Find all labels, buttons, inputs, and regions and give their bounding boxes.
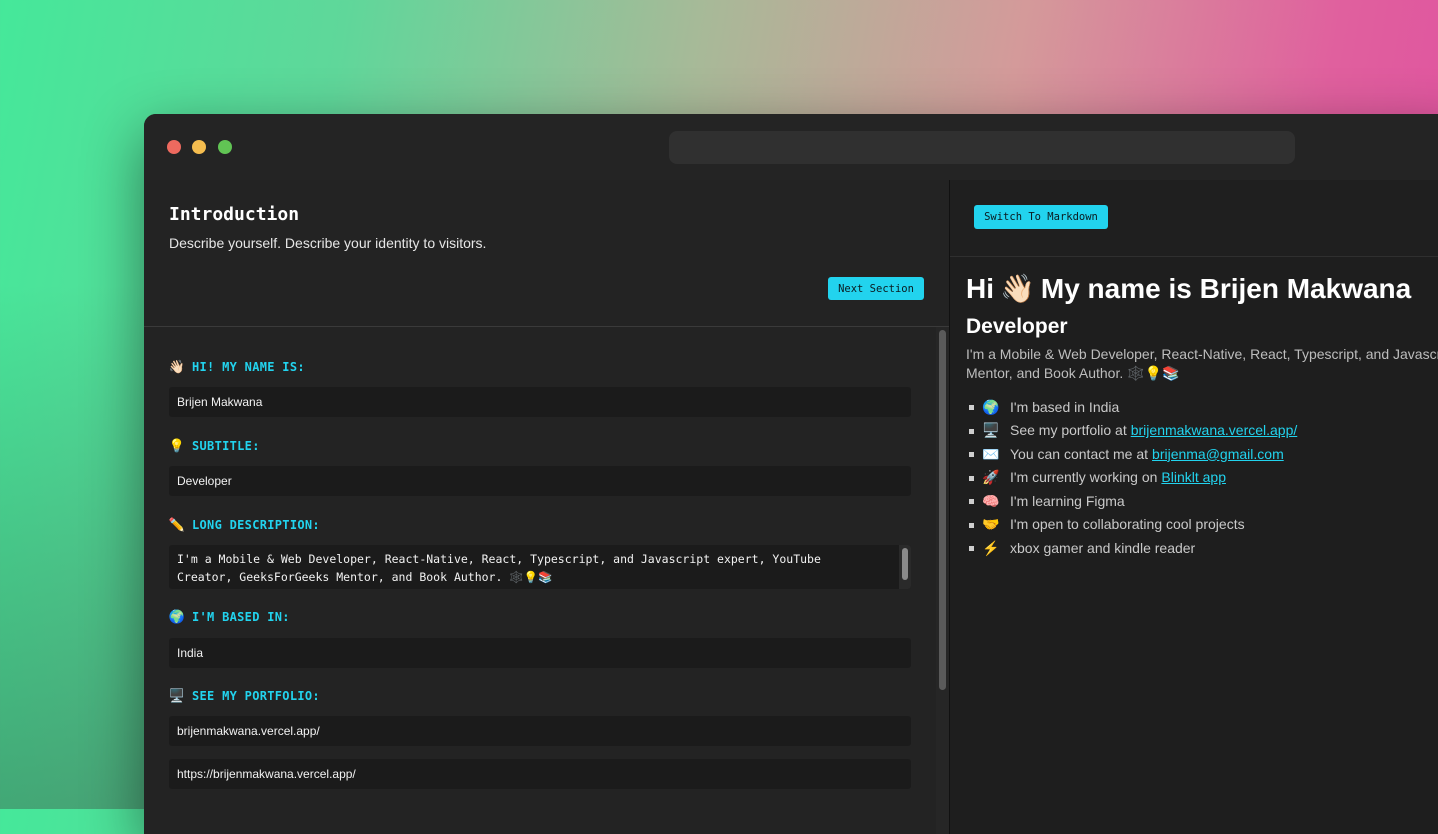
preview-heading-name: My name is Brijen Makwana — [1040, 272, 1412, 304]
bullet-icon — [969, 405, 974, 410]
globe-icon: 🌍 — [982, 398, 1000, 415]
portfolio-url-input[interactable]: https://brijenmakwana.vercel.app/ — [169, 759, 911, 789]
list-item-text: See my portfolio at — [1010, 422, 1127, 439]
list-item-text: I'm currently working on — [1010, 469, 1158, 486]
app-window: Introduction Describe yourself. Describe… — [144, 114, 1438, 834]
preview-heading: Hi 👋🏻 My name is Brijen Makwana — [966, 272, 1438, 305]
list-item: 🚀 I'm currently working on Blinklt app — [966, 466, 1438, 490]
editor-header: Introduction Describe yourself. Describe… — [144, 180, 949, 327]
editor-pane: Introduction Describe yourself. Describe… — [144, 180, 949, 834]
long-description-label-text: LONG DESCRIPTION: — [192, 518, 320, 532]
rocket-icon: 🚀 — [982, 469, 1000, 485]
project-link[interactable]: Blinklt app — [1161, 469, 1226, 485]
list-item: 🤝 I'm open to collaborating cool project… — [966, 513, 1438, 537]
based-in-input[interactable]: India — [169, 638, 911, 668]
desktop-computer-icon: 🖥️ — [168, 688, 186, 704]
long-description-textarea[interactable]: I'm a Mobile & Web Developer, React-Nati… — [169, 545, 911, 589]
name-label-text: HI! MY NAME IS: — [192, 360, 305, 374]
title-bar — [144, 114, 1438, 181]
brain-icon: 🧠 — [982, 492, 1000, 509]
light-bulb-icon: 💡 — [168, 438, 186, 454]
envelope-icon: ✉️ — [982, 445, 1000, 462]
name-input[interactable]: Brijen Makwana — [169, 387, 911, 417]
preview-list: 🌍 I'm based in India 🖥️ See my portfolio… — [966, 395, 1438, 560]
intro-form: 👋🏻 HI! MY NAME IS: Brijen Makwana 💡 SUBT… — [144, 327, 936, 834]
list-item: 🌍 I'm based in India — [966, 395, 1438, 419]
handshake-icon: 🤝 — [982, 516, 1000, 532]
list-item: ✉️ You can contact me at brijenma@gmail.… — [966, 442, 1438, 466]
subtitle-label-text: SUBTITLE: — [192, 439, 260, 453]
portfolio-link[interactable]: brijenmakwana.vercel.app/ — [1131, 422, 1298, 438]
editor-scrollbar-thumb[interactable] — [939, 330, 946, 690]
textarea-scrollbar[interactable] — [899, 545, 911, 589]
based-in-label: 🌍 I'M BASED IN: — [169, 609, 290, 625]
bullet-icon — [969, 546, 974, 551]
name-label: 👋🏻 HI! MY NAME IS: — [169, 359, 305, 375]
preview-description-line2: Mentor, and Book Author. 🕸️💡📚 — [966, 365, 1180, 381]
next-section-button[interactable]: Next Section — [828, 277, 924, 300]
list-item: 🧠 I'm learning Figma — [966, 489, 1438, 513]
close-window-button[interactable] — [167, 140, 181, 154]
portfolio-label: 🖥️ SEE MY PORTFOLIO: — [169, 688, 320, 704]
section-title: Introduction — [169, 204, 300, 225]
list-item: ⚡ xbox gamer and kindle reader — [966, 536, 1438, 560]
list-item-text: You can contact me at — [1010, 445, 1149, 462]
lightning-icon: ⚡ — [982, 539, 1000, 556]
list-item: 🖥️ See my portfolio at brijenmakwana.ver… — [966, 419, 1438, 443]
email-link[interactable]: brijenma@gmail.com — [1152, 446, 1284, 462]
waving-hand-icon: 👋🏻 — [168, 359, 186, 375]
minimize-window-button[interactable] — [192, 140, 206, 154]
switch-to-markdown-button[interactable]: Switch To Markdown — [974, 205, 1108, 229]
textarea-scrollbar-thumb[interactable] — [902, 548, 908, 580]
long-description-label: ✏️ LONG DESCRIPTION: — [169, 517, 320, 533]
preview-description-line1: I'm a Mobile & Web Developer, React-Nati… — [966, 346, 1438, 362]
preview-header: Switch To Markdown — [950, 180, 1438, 257]
pencil-icon: ✏️ — [168, 517, 186, 533]
readme-preview: Hi 👋🏻 My name is Brijen Makwana Develope… — [966, 272, 1438, 560]
waving-hand-icon: 👋🏻 — [1000, 273, 1035, 304]
bullet-icon — [969, 499, 974, 504]
long-description-text: I'm a Mobile & Web Developer, React-Nati… — [177, 552, 821, 584]
portfolio-title-input[interactable]: brijenmakwana.vercel.app/ — [169, 716, 911, 746]
list-item-text: I'm learning Figma — [1010, 492, 1125, 509]
preview-description: I'm a Mobile & Web Developer, React-Nati… — [966, 345, 1438, 383]
based-in-label-text: I'M BASED IN: — [192, 610, 290, 624]
list-item-text: I'm based in India — [1010, 398, 1120, 415]
preview-heading-hi: Hi — [966, 272, 994, 304]
desktop-computer-icon: 🖥️ — [982, 422, 1000, 438]
maximize-window-button[interactable] — [218, 140, 232, 154]
bullet-icon — [969, 428, 974, 434]
address-bar[interactable] — [669, 131, 1295, 164]
list-item-text: xbox gamer and kindle reader — [1010, 539, 1196, 556]
preview-pane: Switch To Markdown Hi 👋🏻 My name is Brij… — [950, 180, 1438, 834]
bullet-icon — [969, 475, 974, 481]
editor-scrollbar[interactable] — [936, 327, 949, 834]
subtitle-input[interactable]: Developer — [169, 466, 911, 496]
bullet-icon — [969, 452, 974, 457]
portfolio-label-text: SEE MY PORTFOLIO: — [192, 689, 320, 703]
list-item-text: I'm open to collaborating cool projects — [1010, 516, 1245, 533]
bullet-icon — [969, 522, 974, 528]
globe-icon: 🌍 — [168, 609, 186, 625]
section-description: Describe yourself. Describe your identit… — [169, 235, 487, 251]
preview-subtitle: Developer — [966, 315, 1068, 338]
subtitle-label: 💡 SUBTITLE: — [169, 438, 260, 454]
